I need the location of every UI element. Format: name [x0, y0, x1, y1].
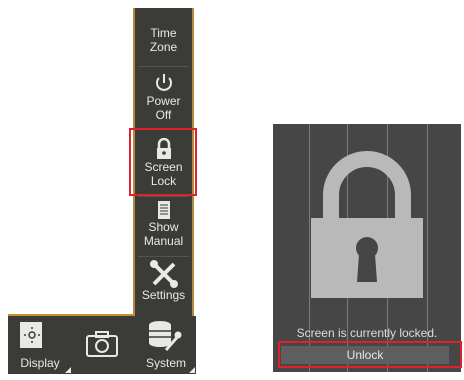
display-button[interactable]: Display — [8, 316, 72, 374]
display-label: Display — [20, 356, 60, 370]
database-gear-icon — [149, 321, 182, 351]
day-night-icon — [20, 322, 60, 348]
power-off-button[interactable]: Power Off — [135, 72, 192, 122]
expand-corner-icon — [65, 367, 71, 373]
tools-icon — [149, 260, 178, 288]
lock-status-text: Screen is currently locked. — [296, 326, 438, 340]
unlock-highlight — [278, 341, 462, 368]
locked-screen: Screen is currently locked. Unlock — [273, 124, 461, 372]
manual-icon — [157, 201, 170, 219]
time-zone-button[interactable]: Time Zone — [135, 26, 192, 54]
camera-icon — [86, 331, 118, 357]
time-zone-label: Time Zone — [149, 26, 178, 54]
power-icon — [155, 74, 172, 91]
expand-corner-icon — [189, 367, 195, 373]
screen-lock-highlight — [129, 128, 197, 196]
camera-button[interactable] — [72, 316, 132, 374]
show-manual-label: Show Manual — [143, 220, 184, 248]
system-label: System — [145, 356, 186, 370]
show-manual-button[interactable]: Show Manual — [135, 200, 192, 248]
settings-button[interactable]: Settings — [135, 260, 192, 302]
bottom-bar: Display System — [8, 316, 196, 374]
settings-label: Settings — [141, 288, 186, 302]
system-button[interactable]: System — [136, 316, 196, 374]
large-lock-icon — [311, 151, 423, 298]
power-off-label: Power Off — [146, 94, 181, 122]
